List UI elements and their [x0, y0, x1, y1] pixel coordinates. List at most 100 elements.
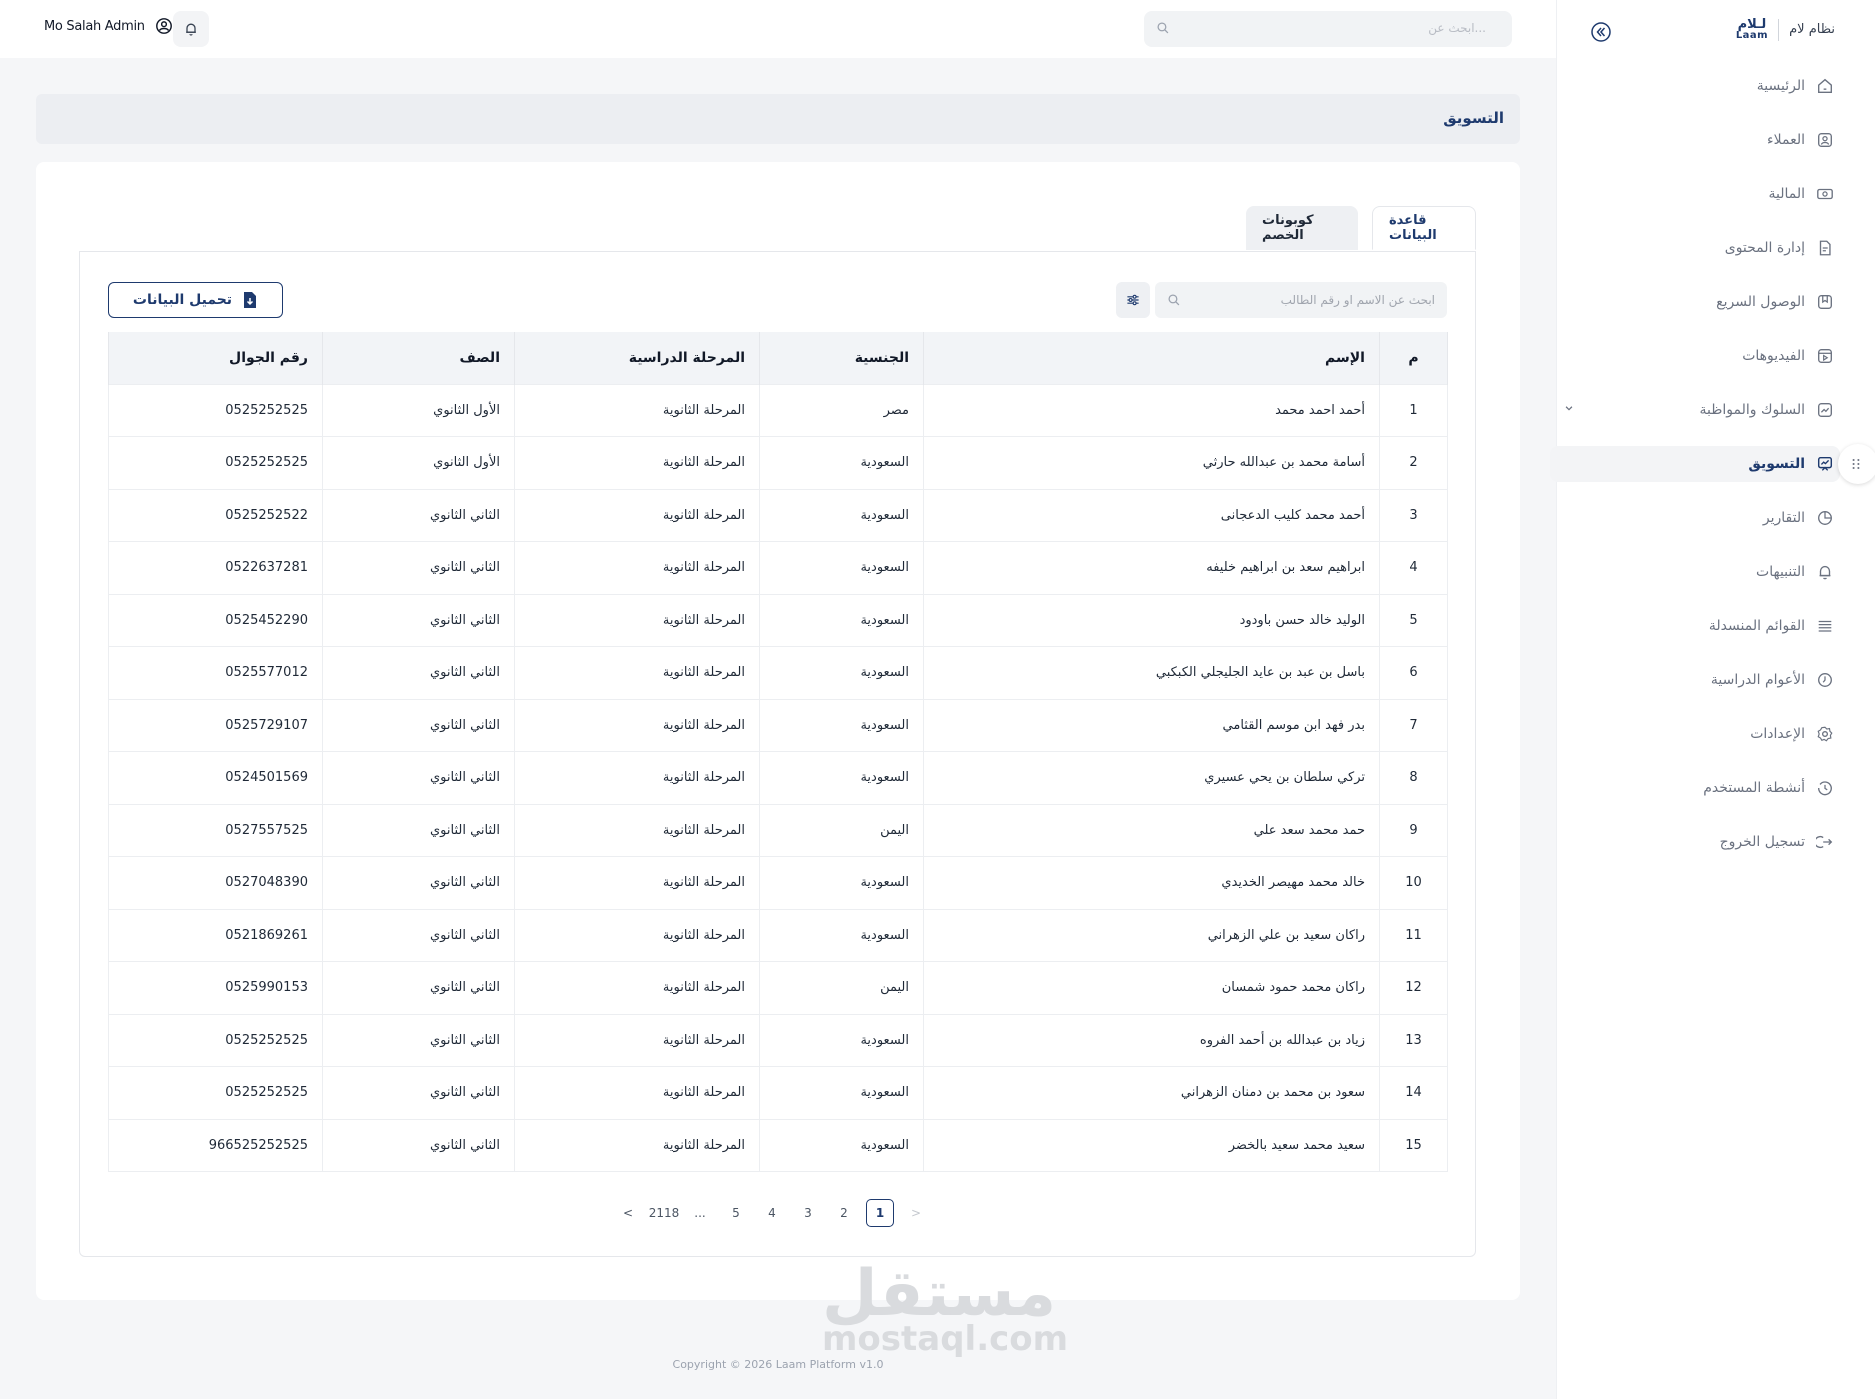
cell-grade: الثاني الثانوي — [322, 488, 515, 542]
cell-stage: المرحلة الثانوية — [514, 593, 760, 647]
sidebar-item-behavior[interactable]: السلوك والمواظبة — [1550, 392, 1835, 428]
footer-copyright: Copyright © 2026 Laam Platform v1.0 — [672, 1358, 884, 1371]
page-link[interactable]: 2118 — [646, 1199, 682, 1227]
cell-index: 4 — [1379, 541, 1448, 595]
sidebar: لـلام Laam نظام لام الرئيسية العملاء الم… — [1550, 0, 1875, 1399]
sidebar-item-finance[interactable]: المالية — [1550, 176, 1835, 212]
cell-stage: المرحلة الثانوية — [514, 698, 760, 752]
cell-nationality: السعودية — [759, 908, 924, 962]
cell-grade: الأول الثانوي — [322, 436, 515, 490]
table-row[interactable]: 7 بدر فهد ابن موسم القثامي السعودية المرحلة… — [108, 698, 1448, 752]
cell-phone: 0527048390 — [108, 856, 323, 910]
bell-icon — [186, 23, 196, 36]
table-row[interactable]: 3 أحمد محمد كليب الدعجانى السعودية المرحلة … — [108, 488, 1448, 542]
drag-dots-icon — [1852, 458, 1860, 470]
logo-english: Laam — [1735, 30, 1769, 41]
cell-name: أحمد محمد كليب الدعجانى — [923, 488, 1380, 542]
table-row[interactable]: 12 راكان محمد حمود شمسان اليمن المرحلة الثا… — [108, 961, 1448, 1015]
sidebar-item-academic-years[interactable]: الأعوام الدراسية — [1550, 662, 1835, 698]
global-search-input[interactable]: ابحث عن... — [1144, 11, 1512, 47]
cell-stage: المرحلة الثانوية — [514, 908, 760, 962]
sidebar-item-label: الإعدادات — [1750, 726, 1805, 742]
sidebar-item-alerts[interactable]: التنبيهات — [1550, 554, 1835, 590]
table-row[interactable]: 9 حمد محمد سعد علي اليمن المرحلة الثانوية ال… — [108, 803, 1448, 857]
page-link[interactable]: 3 — [790, 1199, 826, 1227]
sidebar-item-dropdown-lists[interactable]: القوائم المنسدلة — [1550, 608, 1835, 644]
cell-phone: 0522637281 — [108, 541, 323, 595]
table-row[interactable]: 6 باسل بن عبد بن عايد الجليجلي الكبكبي الس… — [108, 646, 1448, 700]
sidebar-item-home[interactable]: الرئيسية — [1550, 68, 1835, 104]
table-row[interactable]: 2 أسامة محمد بن عبدالله حارثي السعودية المر… — [108, 436, 1448, 490]
table-row[interactable]: 11 راكان سعيد بن علي الزهراني السعودية المر… — [108, 908, 1448, 962]
table-row[interactable]: 5 الوليد خالد حسن باودود السعودية المرحلة ا… — [108, 593, 1448, 647]
cell-nationality: مصر — [759, 383, 924, 437]
col-header-index: م — [1379, 332, 1448, 384]
pagination-prev[interactable]: > — [898, 1199, 934, 1227]
cell-index: 11 — [1379, 908, 1448, 962]
sidebar-item-marketing[interactable]: التسويق — [1550, 446, 1840, 482]
tab-database[interactable]: قاعدة البيانات — [1372, 206, 1476, 250]
page-link[interactable]: 2 — [826, 1199, 862, 1227]
pagination: < 2118 ... 5 4 3 2 1 > — [610, 1199, 934, 1227]
student-search-placeholder: ابحث عن الاسم او رقم الطالب — [1280, 293, 1435, 307]
page-header: التسويق — [36, 94, 1520, 144]
list-icon — [1815, 616, 1835, 636]
table-row[interactable]: 8 تركي سلطان بن يحي عسيري السعودية المرحلة … — [108, 751, 1448, 805]
sidebar-item-label: العملاء — [1767, 132, 1805, 148]
cell-grade: الثاني الثانوي — [322, 593, 515, 647]
cell-index: 2 — [1379, 436, 1448, 490]
sidebar-item-videos[interactable]: الفيديوهات — [1550, 338, 1835, 374]
brand: لـلام Laam نظام لام — [1736, 18, 1835, 41]
search-icon — [1157, 22, 1169, 34]
tab-coupons[interactable]: كوبونات الخصم — [1246, 206, 1358, 250]
global-search-placeholder: ابحث عن... — [1428, 21, 1486, 35]
cell-grade: الأول الثانوي — [322, 383, 515, 437]
table-row[interactable]: 14 سعود بن محمد بن دمنان الزهراني السعودية… — [108, 1066, 1448, 1120]
page-link-current[interactable]: 1 — [866, 1199, 894, 1227]
sidebar-item-label: الفيديوهات — [1742, 348, 1805, 364]
user-menu[interactable]: Mo Salah Admin — [44, 17, 173, 35]
cell-stage: المرحلة الثانوية — [514, 751, 760, 805]
cell-name: سعيد محمد سعيد بالخضر — [923, 1118, 1380, 1172]
cell-nationality: السعودية — [759, 856, 924, 910]
video-icon — [1815, 346, 1835, 366]
cell-index: 9 — [1379, 803, 1448, 857]
table-row[interactable]: 15 سعيد محمد سعيد بالخضر السعودية المرحلة ا… — [108, 1118, 1448, 1172]
sidebar-item-reports[interactable]: التقارير — [1550, 500, 1835, 536]
cell-index: 5 — [1379, 593, 1448, 647]
page-link[interactable]: 4 — [754, 1199, 790, 1227]
cell-index: 10 — [1379, 856, 1448, 910]
sidebar-item-label: السلوك والمواظبة — [1699, 402, 1805, 418]
download-data-button[interactable]: تحميل البيانات — [108, 282, 283, 318]
collapse-sidebar-icon[interactable] — [1591, 22, 1611, 42]
sidebar-item-clients[interactable]: العملاء — [1550, 122, 1835, 158]
top-bar: Mo Salah Admin ابحث عن... — [0, 0, 1556, 58]
sliders-icon — [1127, 294, 1139, 306]
table-row[interactable]: 13 زياد بن عبدالله بن أحمد الفروه السعودية… — [108, 1013, 1448, 1067]
sidebar-item-quick-access[interactable]: الوصول السريع — [1550, 284, 1835, 320]
cell-index: 14 — [1379, 1066, 1448, 1120]
pagination-next[interactable]: < — [610, 1199, 646, 1227]
drag-handle[interactable] — [1838, 444, 1875, 484]
sidebar-item-logout[interactable]: تسجيل الخروج — [1550, 824, 1835, 860]
sidebar-item-content[interactable]: إدارة المحتوى — [1550, 230, 1835, 266]
table-row[interactable]: 4 ابراهيم سعد بن ابراهيم خليفه السعودية الم… — [108, 541, 1448, 595]
notifications-button[interactable] — [173, 11, 209, 47]
watermark-english: mostaql.com — [822, 1319, 1069, 1359]
student-search-input[interactable]: ابحث عن الاسم او رقم الطالب — [1155, 282, 1447, 318]
cell-grade: الثاني الثانوي — [322, 856, 515, 910]
filter-button[interactable] — [1116, 282, 1150, 318]
cell-stage: المرحلة الثانوية — [514, 436, 760, 490]
sidebar-item-user-activity[interactable]: أنشطة المستخدم — [1550, 770, 1835, 806]
cell-grade: الثاني الثانوي — [322, 1013, 515, 1067]
page-link[interactable]: 5 — [718, 1199, 754, 1227]
sidebar-item-settings[interactable]: الإعدادات — [1550, 716, 1835, 752]
table-row[interactable]: 1 أحمد احمد محمد مصر المرحلة الثانوية الأول … — [108, 383, 1448, 437]
sidebar-item-label: القوائم المنسدلة — [1708, 618, 1805, 634]
sidebar-item-label: تسجيل الخروج — [1719, 834, 1805, 850]
sidebar-item-label: الوصول السريع — [1716, 294, 1805, 310]
cell-phone: 0525252525 — [108, 383, 323, 437]
table-row[interactable]: 10 خالد محمد مهيصر الخديدي السعودية المرحلة… — [108, 856, 1448, 910]
cell-phone: 0527557525 — [108, 803, 323, 857]
col-header-stage: المرحلة الدراسية — [514, 332, 760, 384]
